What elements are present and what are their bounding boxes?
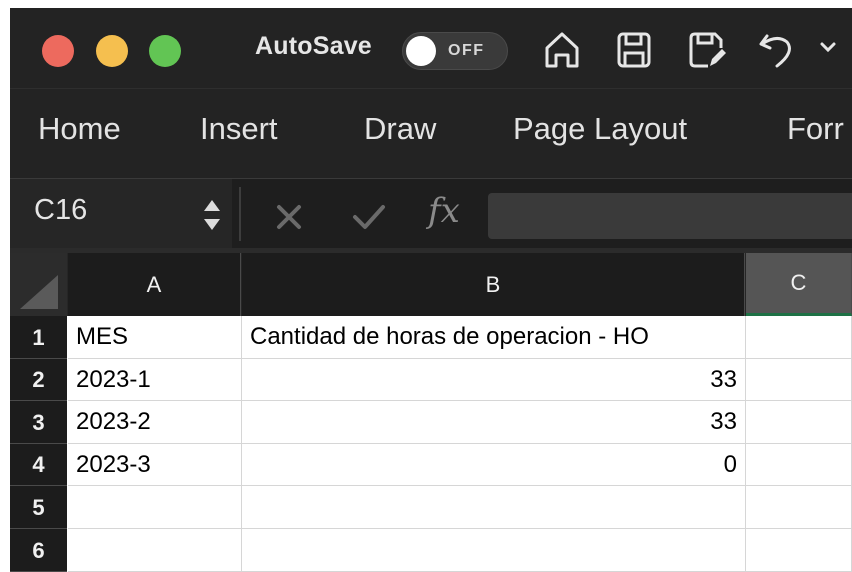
formula-input[interactable] xyxy=(488,193,852,239)
cell-b5[interactable] xyxy=(242,486,746,529)
undo-icon[interactable] xyxy=(757,28,797,72)
row-header[interactable]: 6 xyxy=(10,529,67,572)
excel-window: AutoSave OFF Home Insert Draw Page Layou… xyxy=(10,8,852,572)
tab-home[interactable]: Home xyxy=(38,111,121,147)
cell-c3[interactable] xyxy=(746,401,852,444)
ribbon-tabs: Home Insert Draw Page Layout Forr xyxy=(10,88,852,179)
row-header[interactable]: 2 xyxy=(10,359,67,401)
column-header-b[interactable]: B xyxy=(242,253,745,316)
home-icon[interactable] xyxy=(542,28,582,72)
chevron-down-icon[interactable] xyxy=(818,36,838,58)
formula-bar: C16 fx xyxy=(10,178,852,249)
cell-c2[interactable] xyxy=(746,359,852,401)
cell-c4[interactable] xyxy=(746,444,852,486)
row-header[interactable]: 4 xyxy=(10,444,67,486)
save-icon[interactable] xyxy=(614,28,654,72)
cell-a3[interactable]: 2023-2 xyxy=(68,401,242,444)
row-header[interactable]: 5 xyxy=(10,486,67,529)
spreadsheet-grid: A B C 1 MES Cantidad de horas de operaci… xyxy=(10,248,852,572)
cell-b1[interactable]: Cantidad de horas de operacion - HO xyxy=(242,316,746,359)
tab-draw[interactable]: Draw xyxy=(364,111,436,147)
toggle-knob xyxy=(406,36,436,66)
cell-b2[interactable]: 33 xyxy=(242,359,746,401)
cell-b4[interactable]: 0 xyxy=(242,444,746,486)
cell-c6[interactable] xyxy=(746,529,852,572)
enter-icon[interactable] xyxy=(350,195,388,235)
column-header-c[interactable]: C xyxy=(746,253,852,316)
title-bar: AutoSave OFF xyxy=(10,8,852,88)
minimize-window-button[interactable] xyxy=(96,35,128,67)
cell-a4[interactable]: 2023-3 xyxy=(68,444,242,486)
cell-a5[interactable] xyxy=(68,486,242,529)
column-header-row: A B C xyxy=(10,253,852,316)
formula-bar-divider xyxy=(239,187,241,241)
cancel-icon[interactable] xyxy=(272,195,306,235)
name-box[interactable]: C16 xyxy=(10,179,232,249)
cell-a1[interactable]: MES xyxy=(68,316,242,359)
column-header-a[interactable]: A xyxy=(68,253,241,316)
row-header[interactable]: 3 xyxy=(10,401,67,444)
insert-function-icon[interactable]: fx xyxy=(428,191,478,231)
cell-a6[interactable] xyxy=(68,529,242,572)
name-box-value: C16 xyxy=(34,194,88,226)
zoom-window-button[interactable] xyxy=(149,35,181,67)
tab-page-layout[interactable]: Page Layout xyxy=(513,111,687,147)
autosave-label: AutoSave xyxy=(255,32,372,60)
cell-c5[interactable] xyxy=(746,486,852,529)
tab-insert[interactable]: Insert xyxy=(200,111,278,147)
autosave-state: OFF xyxy=(448,42,485,59)
row-header[interactable]: 1 xyxy=(10,316,67,359)
tab-formulas[interactable]: Forr xyxy=(787,111,844,147)
cell-b6[interactable] xyxy=(242,529,746,572)
cell-a2[interactable]: 2023-1 xyxy=(68,359,242,401)
select-all-button[interactable] xyxy=(10,253,67,316)
autosave-toggle[interactable]: OFF xyxy=(402,32,508,70)
save-as-icon[interactable] xyxy=(686,28,726,72)
close-window-button[interactable] xyxy=(42,35,74,67)
name-box-stepper-icon[interactable] xyxy=(200,191,224,239)
cell-c1[interactable] xyxy=(746,316,852,359)
cell-b3[interactable]: 33 xyxy=(242,401,746,444)
